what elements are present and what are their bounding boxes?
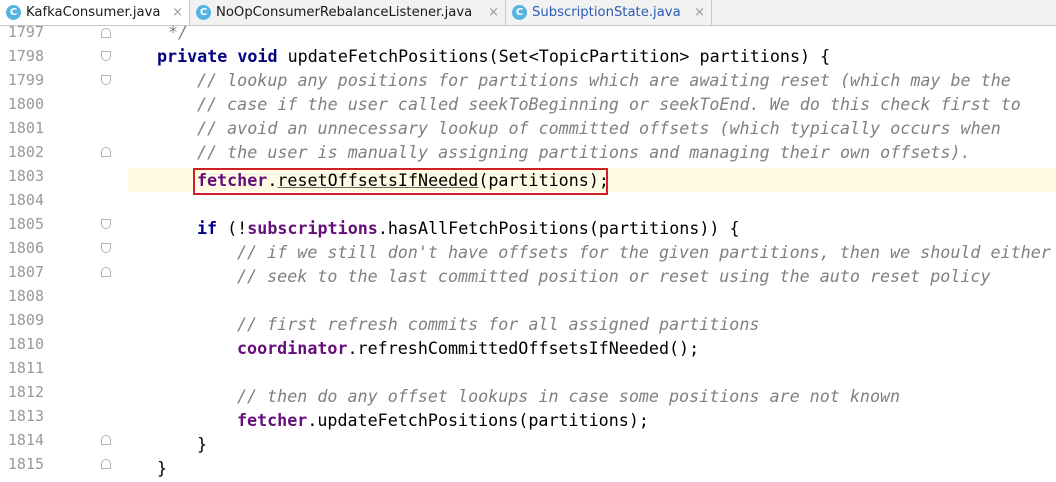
keyword: private — [157, 46, 228, 66]
line-number: 1805 — [7, 215, 44, 233]
c-class-icon: C — [512, 5, 527, 20]
tab-label: NoOpConsumerRebalanceListener.java — [216, 5, 473, 20]
code-line-1813: fetcher.updateFetchPositions(partitions)… — [237, 408, 649, 432]
code-line-1812: // then do any offset lookups in case so… — [237, 386, 901, 406]
code-line-1809: // first refresh commits for all assigne… — [237, 314, 760, 334]
code-line-1802: // the user is manually assigning partit… — [197, 142, 971, 162]
code-text: (! — [217, 218, 248, 238]
code-editor[interactable]: 1797 1798 1799 1800 1801 1802 1803 1804 … — [0, 22, 1056, 482]
fold-end-icon[interactable] — [101, 28, 111, 38]
fold-start-icon[interactable] — [101, 75, 111, 85]
editor-tab-bar: C KafkaConsumer.java × C NoOpConsumerReb… — [0, 0, 1056, 26]
line-number: 1802 — [7, 143, 44, 161]
line-number: 1815 — [7, 455, 44, 473]
fold-end-icon[interactable] — [101, 435, 111, 445]
fold-start-icon[interactable] — [101, 243, 111, 253]
code-line-1800: // case if the user called seekToBeginni… — [197, 94, 1021, 114]
code-line-1806: // if we still don't have offsets for th… — [237, 242, 1051, 262]
code-line-1797: */ — [168, 20, 188, 44]
line-number: 1814 — [7, 431, 44, 449]
line-number: 1806 — [7, 239, 44, 257]
fold-start-icon[interactable] — [101, 51, 111, 61]
field-subscriptions: subscriptions — [247, 218, 378, 238]
keyword: if — [197, 218, 218, 238]
keyword: void — [237, 46, 278, 66]
tab-noop-consumer-rebalance-listener[interactable]: C NoOpConsumerRebalanceListener.java × — [190, 0, 506, 25]
close-icon[interactable]: × — [694, 5, 705, 20]
comment-text: */ — [168, 22, 189, 42]
highlight-annotation-box — [193, 168, 608, 195]
fold-start-icon[interactable] — [101, 219, 111, 229]
line-number: 1799 — [7, 71, 44, 89]
code-text: .refreshCommittedOffsetsIfNeeded(); — [347, 338, 700, 358]
fold-end-icon[interactable] — [101, 267, 111, 277]
code-line-1815: } — [157, 458, 168, 478]
tab-label: KafkaConsumer.java — [26, 4, 161, 20]
line-number: 1808 — [7, 287, 44, 305]
field-fetcher: fetcher — [237, 410, 308, 430]
code-line-1810: coordinator.refreshCommittedOffsetsIfNee… — [237, 336, 699, 360]
c-class-icon: C — [196, 5, 211, 20]
code-line-1805: if (!subscriptions.hasAllFetchPositions(… — [197, 216, 740, 240]
tab-subscription-state[interactable]: C SubscriptionState.java × — [506, 0, 712, 25]
line-number: 1810 — [7, 335, 44, 353]
line-number: 1811 — [7, 359, 44, 377]
close-icon[interactable]: × — [488, 5, 499, 20]
c-class-icon: C — [6, 4, 21, 20]
line-number: 1798 — [7, 47, 44, 65]
field-coordinator: coordinator — [237, 338, 348, 358]
code-line-1798: private void updateFetchPositions(Set<To… — [157, 44, 830, 68]
line-number: 1809 — [7, 311, 44, 329]
code-text: updateFetchPositions(Set<TopicPartition>… — [277, 46, 831, 66]
line-number: 1803 — [7, 167, 44, 185]
code-line-1801: // avoid an unnecessary lookup of commit… — [197, 118, 1001, 138]
close-icon[interactable]: × — [172, 5, 183, 20]
line-number: 1813 — [7, 407, 44, 425]
line-number: 1797 — [7, 23, 44, 41]
fold-end-icon[interactable] — [101, 147, 111, 157]
fold-end-icon[interactable] — [101, 459, 111, 469]
tab-label: SubscriptionState.java — [532, 5, 681, 20]
code-line-1807: // seek to the last committed position o… — [237, 266, 991, 286]
code-text: .updateFetchPositions(partitions); — [307, 410, 649, 430]
code-text: .hasAllFetchPositions(partitions)) { — [377, 218, 740, 238]
code-line-1814: } — [197, 434, 208, 454]
line-number-gutter: 1797 1798 1799 1800 1801 1802 1803 1804 … — [0, 23, 128, 482]
line-number: 1812 — [7, 383, 44, 401]
code-line-1799: // lookup any positions for partitions w… — [197, 70, 1011, 90]
line-number: 1807 — [7, 263, 44, 281]
line-number: 1800 — [7, 95, 44, 113]
line-number: 1804 — [7, 191, 44, 209]
line-number: 1801 — [7, 119, 44, 137]
